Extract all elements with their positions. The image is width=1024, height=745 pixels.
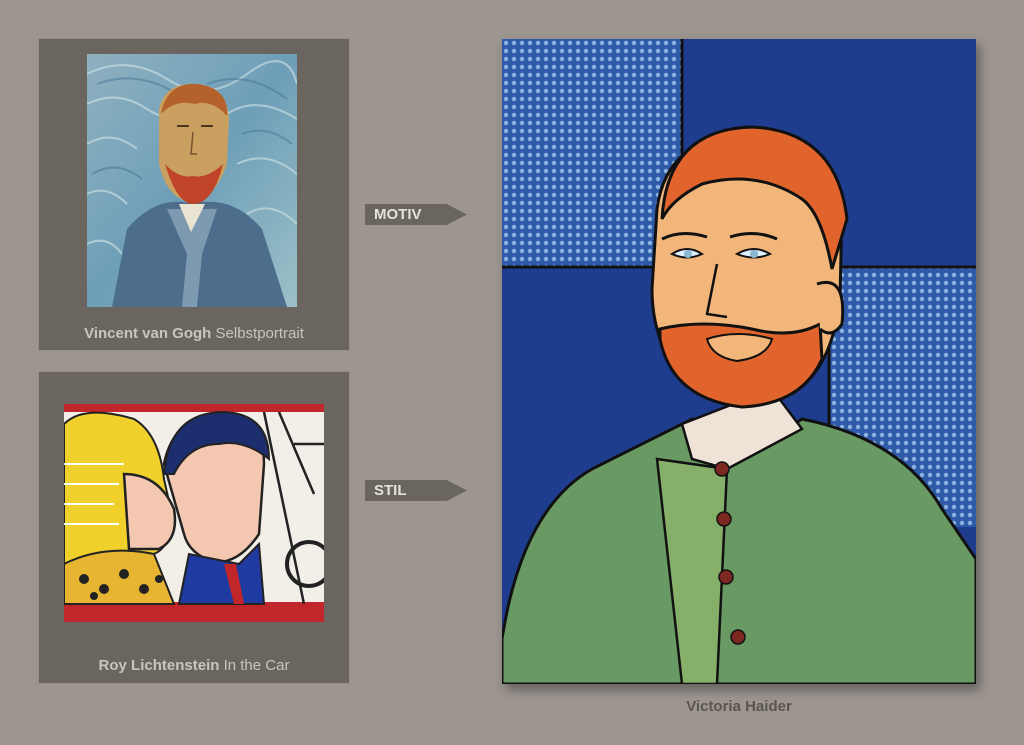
reference-panel-style: Roy Lichtenstein In the Car [39, 372, 349, 683]
result-artist-name: Victoria Haider [686, 698, 792, 715]
van-gogh-self-portrait-image [87, 54, 297, 307]
reference-work-title: In the Car [223, 657, 290, 674]
lichtenstein-in-the-car-image [64, 404, 324, 622]
reference-work-title: Selbstportrait [215, 325, 304, 342]
reference-caption-style: Roy Lichtenstein In the Car [39, 657, 349, 674]
reference-panel-motif: Vincent van Gogh Selbstportrait [39, 39, 349, 350]
reference-artist: Vincent van Gogh [84, 325, 212, 342]
reference-caption-motif: Vincent van Gogh Selbstportrait [39, 325, 349, 342]
motif-arrow-tag: MOTIV [365, 204, 467, 225]
reference-artist: Roy Lichtenstein [98, 657, 220, 674]
style-arrow-tag: STIL [365, 480, 467, 501]
result-painting-image [502, 39, 976, 684]
